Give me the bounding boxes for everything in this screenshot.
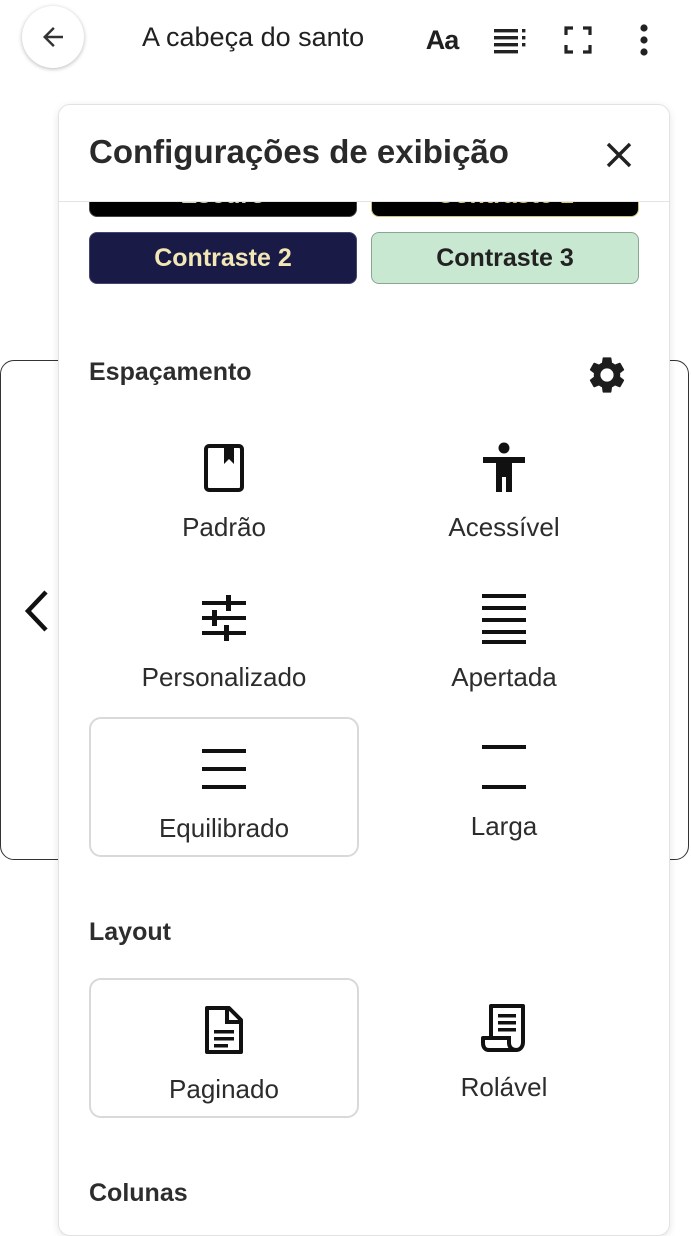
spacing-section-label: Espaçamento — [89, 358, 252, 387]
fullscreen-icon — [564, 26, 592, 54]
layout-option-paginado[interactable]: Paginado — [89, 978, 359, 1118]
spacing-option-padrao[interactable]: Padrão — [89, 418, 359, 558]
option-label: Larga — [471, 811, 538, 842]
table-of-contents-button[interactable] — [490, 20, 530, 60]
top-bar: A cabeça do santo Aa — [0, 0, 691, 80]
font-settings-button[interactable]: Aa — [422, 20, 462, 60]
toc-icon — [492, 25, 528, 55]
theme-contraste-3-button[interactable]: Contraste 3 — [371, 232, 639, 284]
book-icon — [196, 440, 252, 496]
option-label: Acessível — [448, 512, 559, 543]
display-settings-panel: Configurações de exibição Escuro Contras… — [58, 104, 670, 1236]
tune-sliders-icon — [196, 590, 252, 646]
balanced-lines-icon — [196, 741, 252, 797]
spacing-option-apertada[interactable]: Apertada — [369, 568, 639, 708]
option-label: Padrão — [182, 512, 266, 543]
layout-option-rolavel[interactable]: Rolável — [369, 978, 639, 1118]
layout-section-label: Layout — [89, 918, 171, 947]
option-label: Paginado — [169, 1074, 279, 1105]
theme-contraste-2-button[interactable]: Contraste 2 — [89, 232, 357, 284]
spacing-option-personalizado[interactable]: Personalizado — [89, 568, 359, 708]
spacing-settings-button[interactable] — [585, 353, 629, 397]
close-icon — [605, 141, 633, 169]
option-label: Equilibrado — [159, 813, 289, 844]
option-label: Apertada — [451, 662, 557, 693]
wide-lines-icon — [476, 739, 532, 795]
scroll-icon — [476, 1000, 532, 1056]
fullscreen-button[interactable] — [558, 20, 598, 60]
panel-header: Configurações de exibição — [59, 105, 669, 202]
spacing-option-acessivel[interactable]: Acessível — [369, 418, 639, 558]
more-options-button[interactable] — [624, 20, 664, 60]
more-vert-icon — [639, 24, 649, 56]
close-button[interactable] — [597, 133, 641, 177]
spacing-option-equilibrado[interactable]: Equilibrado — [89, 717, 359, 857]
arrow-left-icon — [38, 22, 68, 52]
previous-page-button[interactable] — [20, 588, 54, 634]
document-icon — [196, 1002, 252, 1058]
columns-section-label: Colunas — [89, 1179, 188, 1208]
panel-title: Configurações de exibição — [89, 133, 509, 171]
back-button[interactable] — [22, 6, 84, 68]
book-title: A cabeça do santo — [142, 22, 364, 53]
chevron-left-icon — [20, 588, 54, 634]
font-size-icon: Aa — [426, 25, 459, 56]
option-label: Rolável — [461, 1072, 548, 1103]
spacing-option-larga[interactable]: Larga — [369, 717, 639, 857]
option-label: Personalizado — [142, 662, 307, 693]
tight-lines-icon — [476, 590, 532, 646]
gear-icon — [585, 353, 629, 397]
accessibility-icon — [476, 440, 532, 496]
